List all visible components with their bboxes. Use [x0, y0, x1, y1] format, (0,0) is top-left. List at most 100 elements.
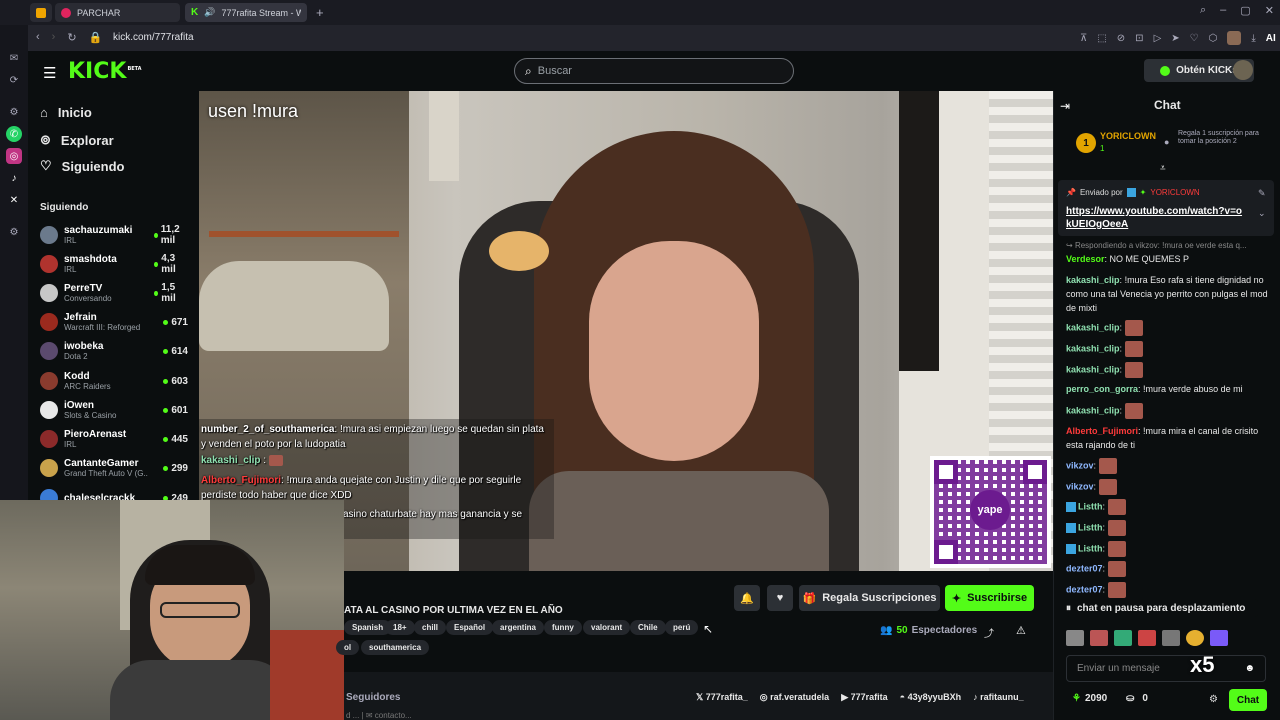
extensions-icon[interactable]: ⬡ — [1209, 33, 1218, 44]
user-avatar[interactable] — [1233, 60, 1253, 80]
chat-username[interactable]: Alberto_Fujimori — [1066, 426, 1138, 436]
messenger-icon[interactable]: ✉ — [6, 50, 22, 66]
chat-username[interactable]: kakashi_clip — [1066, 275, 1120, 285]
following-item[interactable]: iwobeka Dota 2 614 — [40, 338, 188, 364]
unpin-icon[interactable]: ✎ — [1258, 188, 1266, 199]
x-icon[interactable]: ✕ — [6, 192, 22, 208]
chat-message[interactable]: dezter07: — [1066, 582, 1272, 598]
emote-icon[interactable] — [1162, 630, 1180, 646]
back-icon[interactable]: ‹ — [36, 31, 40, 44]
follow-heart-button[interactable]: ♥ — [767, 585, 793, 611]
minimize-icon[interactable]: – — [1220, 4, 1226, 17]
emote-icon[interactable] — [1186, 630, 1204, 646]
emoji-icon[interactable]: ☻ — [1244, 663, 1255, 674]
chevron-down-icon[interactable]: ⌄ — [1258, 208, 1266, 219]
chat-message[interactable]: vikzov: — [1066, 479, 1272, 495]
send-chat-button[interactable]: Chat — [1229, 689, 1267, 711]
chat-message[interactable]: dezter07: — [1066, 561, 1272, 577]
tab-777rafita[interactable]: K 🔊 777rafita Stream - Wat — [185, 3, 307, 22]
url-field[interactable]: kick.com/777rafita — [113, 32, 194, 43]
chat-message[interactable]: perro_con_gorra: !mura verde abuso de mi — [1066, 382, 1272, 396]
following-item[interactable]: Jefrain Warcraft III: Reforged 671 — [40, 309, 188, 335]
emote-icon[interactable] — [1090, 630, 1108, 646]
new-tab-button[interactable]: + — [310, 3, 326, 22]
snapshot-icon[interactable]: ⬚ — [1097, 33, 1106, 44]
following-item[interactable]: PieroArenast IRL 445 — [40, 426, 188, 452]
following-item[interactable]: iOwen Slots & Casino 601 — [40, 397, 188, 423]
following-item[interactable]: PerreTV Conversando 1,5 mil — [40, 280, 188, 306]
social-x[interactable]: 𝕏 777rafita_ — [696, 692, 748, 703]
emote-icon[interactable] — [1114, 630, 1132, 646]
instagram-icon[interactable]: ◎ — [6, 148, 22, 164]
pin-icon[interactable]: ⊼ — [1080, 33, 1087, 44]
following-item[interactable]: sachauzumaki IRL 11,2 mil — [40, 222, 188, 248]
pinned-link[interactable]: https://www.youtube.com/watch?v=okUEIOgO… — [1066, 205, 1246, 231]
nav-explorar[interactable]: ⊚ Explorar — [40, 132, 114, 148]
stream-tag[interactable]: argentina — [492, 620, 545, 635]
close-icon[interactable]: ✕ — [1265, 4, 1274, 17]
chat-message[interactable]: Verdesor: NO ME QUEMES P — [1066, 252, 1272, 266]
social-discord[interactable]: ◓ 43y8yyuBXh — [900, 692, 961, 703]
gift-subs-button[interactable]: 🎁 Regala Suscripciones — [799, 585, 940, 611]
stream-tag[interactable]: valorant — [583, 620, 631, 635]
emote-icon[interactable] — [1210, 630, 1228, 646]
collapse-chat-icon[interactable]: ⇥ — [1060, 99, 1070, 113]
chat-username[interactable]: kakashi_clip — [1066, 405, 1120, 415]
video-player[interactable]: usen !mura number_2_of_southamerica: !mu… — [199, 91, 1053, 571]
notify-bell-button[interactable]: 🔔 — [734, 585, 760, 611]
chat-message[interactable]: Alberto_Fujimori: !mura mira el canal de… — [1066, 424, 1272, 452]
reload-icon[interactable]: ↻ — [67, 31, 76, 44]
chat-username[interactable]: Listth — [1078, 501, 1103, 511]
stream-tag[interactable]: perú — [665, 620, 699, 635]
forward-icon[interactable]: › — [52, 31, 56, 44]
history-icon[interactable]: ⟳ — [6, 72, 22, 88]
chat-message[interactable]: vikzov: — [1066, 458, 1272, 474]
expand-icon[interactable]: ⩡ — [1160, 163, 1166, 174]
chat-message[interactable]: kakashi_clip: — [1066, 362, 1272, 378]
social-instagram[interactable]: ◎ raf.veratudela — [760, 692, 829, 703]
player-icon[interactable]: ▷ — [1154, 33, 1162, 44]
hamburger-icon[interactable]: ☰ — [43, 64, 56, 82]
share-icon[interactable]: ⤴ — [984, 625, 994, 640]
whatsapp-icon[interactable]: ✆ — [6, 126, 22, 142]
stream-tag[interactable]: Chile — [630, 620, 666, 635]
chest-counter[interactable]: ⛀ 0 — [1126, 693, 1148, 704]
nav-siguiendo[interactable]: ♡ Siguiendo — [40, 158, 125, 174]
nav-inicio[interactable]: ⌂ Inicio — [40, 105, 92, 120]
stream-tag[interactable]: Español — [446, 620, 494, 635]
bookmark-heart-icon[interactable]: ♡ — [1190, 33, 1199, 44]
following-item[interactable]: smashdota IRL 4,3 mil — [40, 251, 188, 277]
chat-settings-icon[interactable]: ⚙ — [1209, 694, 1218, 705]
tiktok-icon[interactable]: ♪ — [6, 170, 22, 186]
stream-tag[interactable]: ol — [336, 640, 360, 655]
kick-logo[interactable]: KICKBETA — [68, 59, 142, 84]
following-item[interactable]: Kodd ARC Raiders 603 — [40, 368, 188, 394]
chat-username[interactable]: vikzov — [1066, 460, 1094, 470]
profile-avatar[interactable] — [1227, 31, 1242, 45]
download-icon[interactable]: ⤓ — [1251, 33, 1255, 44]
tab-parchar[interactable]: PARCHAR — [55, 3, 180, 22]
chat-username[interactable]: dezter07 — [1066, 563, 1103, 573]
vpn-icon[interactable]: ⊡ — [1135, 33, 1143, 44]
report-icon[interactable]: ⚠ — [1016, 624, 1026, 637]
chatgpt-icon[interactable]: ⚙ — [6, 104, 22, 120]
chat-username[interactable]: dezter07 — [1066, 584, 1103, 594]
search-tabs-icon[interactable]: ⌕ — [1200, 4, 1206, 17]
chat-paused-banner[interactable]: ⏸ chat en pausa para desplazamiento — [1066, 599, 1258, 617]
maximize-icon[interactable]: ▢ — [1240, 4, 1250, 17]
chat-message[interactable]: kakashi_clip: — [1066, 403, 1272, 419]
following-item[interactable]: CantanteGamer Grand Theft Auto V (G... 299 — [40, 455, 188, 481]
chat-message[interactable]: kakashi_clip: !mura Eso rafa si tiene di… — [1066, 273, 1272, 315]
stream-tag[interactable]: chill — [414, 620, 447, 635]
chat-message[interactable]: Listth: — [1066, 541, 1272, 557]
chat-username[interactable]: Listth — [1078, 522, 1103, 532]
channel-points[interactable]: ⚘ 2090 — [1072, 693, 1107, 704]
chat-username[interactable]: kakashi_clip — [1066, 343, 1120, 353]
chat-message[interactable]: Listth: — [1066, 499, 1272, 515]
ai-button[interactable]: AI — [1266, 33, 1276, 44]
chat-username[interactable]: kakashi_clip — [1066, 364, 1120, 374]
chat-username[interactable]: kakashi_clip — [1066, 322, 1120, 332]
chat-username[interactable]: perro_con_gorra — [1066, 384, 1138, 394]
stream-tag[interactable]: 18+ — [385, 620, 415, 635]
emote-icon[interactable] — [1066, 630, 1084, 646]
